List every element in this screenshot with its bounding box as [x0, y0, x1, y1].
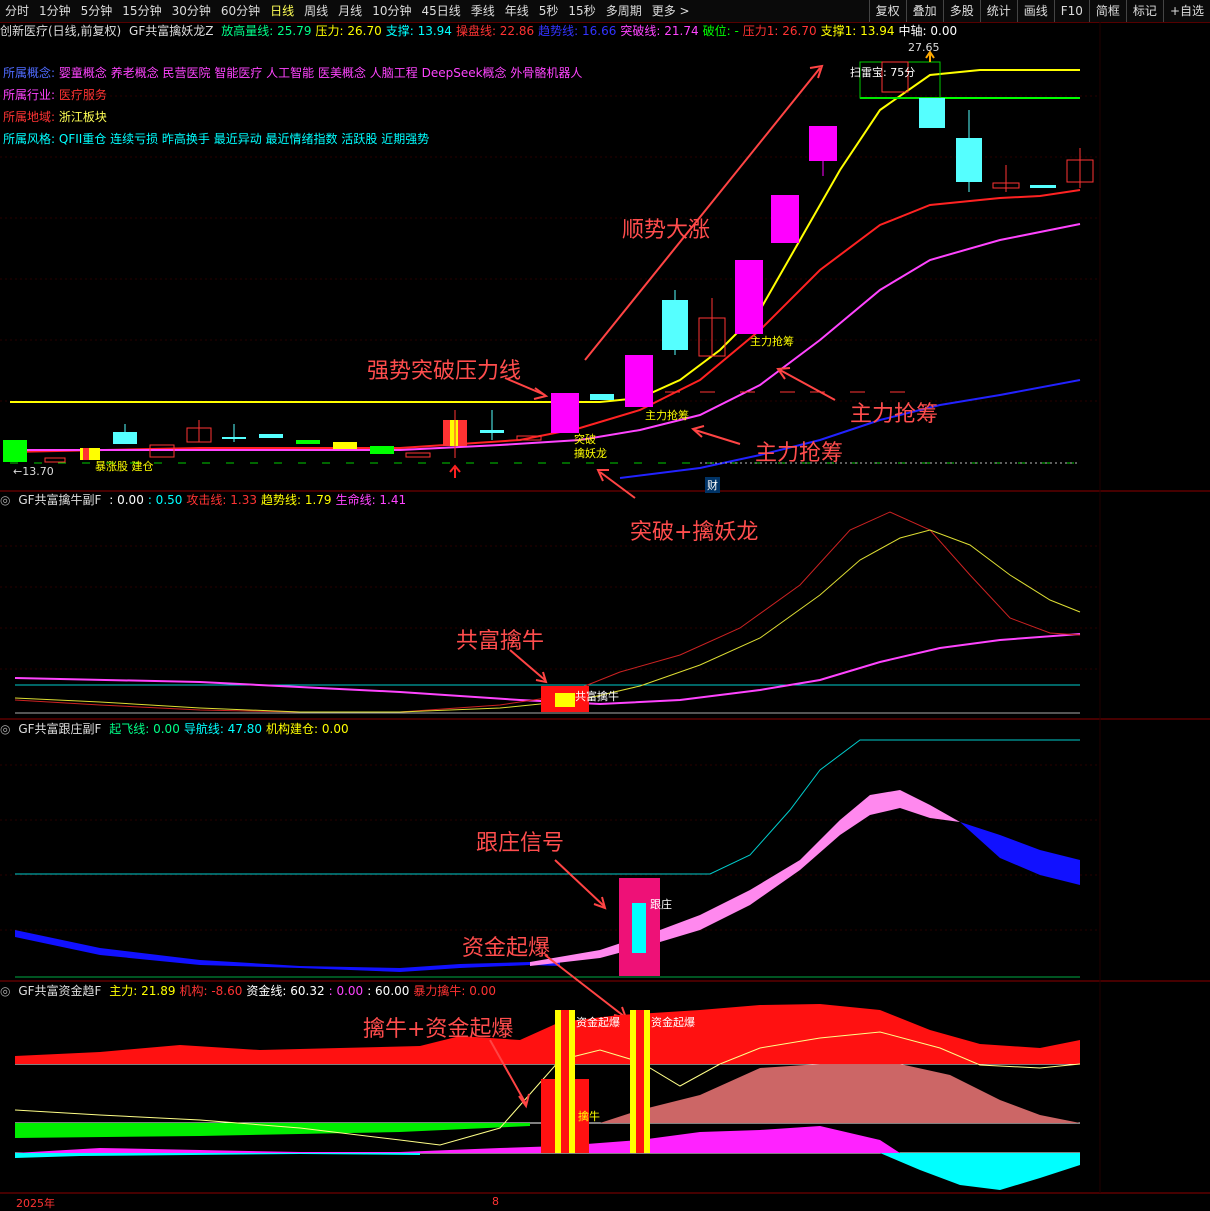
indicator-value: 突破线: 21.74 — [620, 24, 699, 38]
indicator-name[interactable]: GF共富擒妖龙Z — [129, 24, 213, 38]
panel3-title[interactable]: GF共富跟庄副F — [18, 722, 101, 736]
indicator-value: 放高量线: 25.79 — [221, 24, 312, 38]
scan-label[interactable]: 扫雷宝: 75分 — [850, 64, 915, 80]
indicator-value: 压力1: 26.70 — [742, 24, 817, 38]
annot-tupo-qin: 突破+擒妖龙 — [630, 520, 759, 545]
main-header: 创新医疗(日线,前复权) GF共富擒妖龙Z 放高量线: 25.79 压力: 26.… — [0, 22, 965, 40]
indicator-value: 机构: -8.60 — [179, 984, 243, 998]
style-label: 所属风格: — [3, 132, 56, 146]
panel4-signal-1: 资金起爆 — [576, 1016, 620, 1029]
indicator-value: 破位: - — [702, 24, 739, 38]
region-row: 所属地域: 浙江板块 — [3, 108, 107, 125]
salmon-area — [600, 1064, 1080, 1123]
cyan-area — [15, 1153, 1080, 1190]
panel3-signal: 跟庄 — [650, 898, 672, 911]
indicator-value: 攻击线: 1.33 — [186, 493, 257, 507]
concept-row: 所属概念: 婴童概念 养老概念 民营医院 智能医疗 人工智能 医美概念 人脑工程… — [3, 64, 582, 81]
indicator-value: 支撑1: 13.94 — [820, 24, 895, 38]
panel4-signal-2: 资金起爆 — [651, 1016, 695, 1029]
indicator-value: 资金线: 60.32 — [246, 984, 325, 998]
concept-label: 所属概念: — [3, 66, 56, 80]
indicator-value: 暴力擒牛: 0.00 — [413, 984, 496, 998]
green-area — [15, 1123, 530, 1138]
pink-band — [530, 790, 960, 966]
indicator-value: 压力: 26.70 — [315, 24, 382, 38]
indicator-value: 中轴: 0.00 — [898, 24, 958, 38]
panel4-header: ◎ GF共富资金趋F 主力: 21.89 机构: -8.60 资金线: 60.32:… — [0, 984, 496, 998]
annot-shunshi: 顺势大涨 — [622, 218, 711, 243]
axis-month: 8 — [492, 1195, 499, 1208]
annot-zijin: 资金起爆 — [462, 936, 551, 961]
panel3-header: ◎ GF共富跟庄副F 起飞线: 0.00 导航线: 47.80 机构建仓: 0.00 — [0, 722, 349, 736]
panel4-signal-3: 擒牛 — [578, 1110, 600, 1123]
region-value[interactable]: 浙江板块 — [59, 110, 107, 124]
indicator-value: 生命线: 1.41 — [335, 493, 407, 507]
panel2-header: ◎ GF共富擒牛副F : 0.00: 0.50 攻击线: 1.33 趋势线: 1.7… — [0, 493, 407, 507]
indicator-value: 操盘线: 22.86 — [455, 24, 535, 38]
indicator-value: : 0.00 — [328, 984, 364, 998]
indicator-value: 机构建仓: 0.00 — [266, 722, 349, 736]
blue-band-2 — [960, 822, 1080, 885]
indicator-value: 主力: 21.89 — [109, 984, 176, 998]
signal-zhuli-2: 主力抢筹 — [645, 409, 689, 422]
annot-zhuli-b: 主力抢筹 — [755, 441, 844, 466]
signal-jianyi: 暴涨股 建仓 — [95, 460, 154, 473]
indicator-value: 导航线: 47.80 — [183, 722, 263, 736]
indicator-value: 起飞线: 0.00 — [109, 722, 180, 736]
region-label: 所属地域: — [3, 110, 56, 124]
red-area — [15, 1004, 1080, 1064]
indicator-value: 趋势线: 1.79 — [260, 493, 332, 507]
panel4-title[interactable]: GF共富资金趋F — [18, 984, 101, 998]
industry-label: 所属行业: — [3, 88, 56, 102]
style-value[interactable]: QFII重仓 连续亏损 昨高换手 最近异动 最近情绪指数 活跃股 近期强势 — [59, 132, 429, 146]
annot-gongfu: 共富擒牛 — [456, 629, 545, 654]
panel2-title[interactable]: GF共富擒牛副F — [18, 493, 101, 507]
industry-row: 所属行业: 医疗服务 — [3, 86, 107, 103]
concept-value[interactable]: 婴童概念 养老概念 民营医院 智能医疗 人工智能 医美概念 人脑工程 DeepS… — [59, 66, 582, 80]
annot-genzhuang: 跟庄信号 — [476, 831, 565, 856]
low-price-label: ←13.70 — [13, 465, 54, 478]
panel2-signal: 共富擒牛 — [575, 690, 619, 703]
finance-badge[interactable]: 财 — [705, 477, 720, 493]
indicator-value: 支撑: 13.94 — [385, 24, 452, 38]
style-row: 所属风格: QFII重仓 连续亏损 昨高换手 最近异动 最近情绪指数 活跃股 近… — [3, 130, 429, 147]
axis-year: 2025年 — [16, 1197, 55, 1210]
stock-title[interactable]: 创新医疗(日线,前复权) — [0, 24, 121, 38]
indicator-value: : 0.50 — [147, 493, 183, 507]
signal-zhuli-1: 主力抢筹 — [750, 335, 794, 348]
indicator-value: : 0.00 — [109, 493, 144, 507]
high-price-label: 27.65 — [908, 41, 940, 54]
industry-value[interactable]: 医疗服务 — [59, 88, 107, 102]
annot-qiangshi: 强势突破压力线 — [367, 359, 522, 384]
signal-qinyao: 擒妖龙 — [574, 447, 607, 460]
annot-zhuli-a: 主力抢筹 — [850, 402, 939, 427]
indicator-value: 趋势线: 16.66 — [538, 24, 617, 38]
annot-qinniu-zijin: 擒牛+资金起爆 — [363, 1017, 514, 1042]
indicator-value: : 60.00 — [367, 984, 410, 998]
